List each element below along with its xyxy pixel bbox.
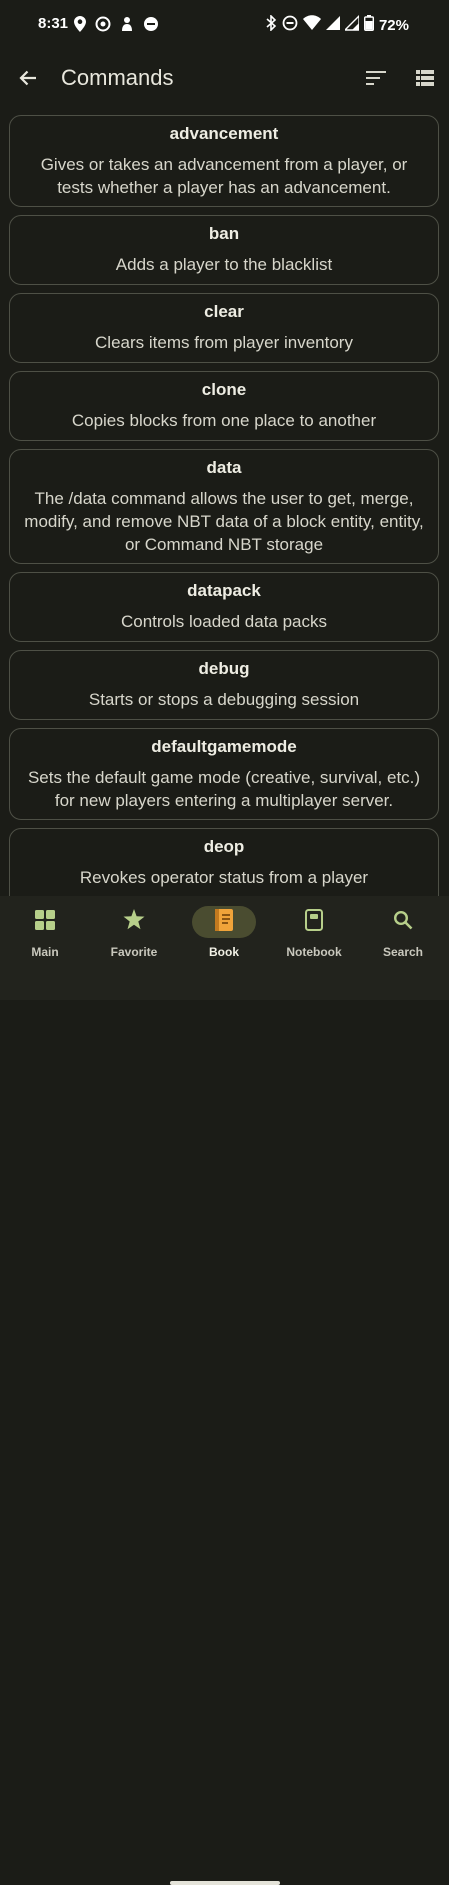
status-time: 8:31: [38, 15, 69, 32]
arrow-back-icon: [18, 68, 38, 93]
gesture-bar[interactable]: [170, 1881, 280, 1885]
command-name: datapack: [187, 581, 261, 600]
command-card-debug[interactable]: debug Starts or stops a debugging sessio…: [9, 650, 439, 720]
vpn-key-icon: [120, 16, 134, 37]
bottom-navigation: Main Favorite Book Notebook Search: [0, 896, 449, 1885]
command-description: Gives or takes an advancement from a pla…: [40, 155, 408, 197]
command-description: Starts or stops a debugging session: [88, 690, 360, 709]
nav-label: Book: [209, 945, 239, 959]
command-card-ban[interactable]: ban Adds a player to the blacklist: [9, 215, 439, 285]
do-not-disturb-icon: [143, 16, 159, 37]
command-description: Revokes operator status from a player: [79, 868, 369, 887]
list-view-icon: [416, 69, 434, 91]
command-list[interactable]: advancement Gives or takes an advancemen…: [0, 110, 449, 896]
command-card-clone[interactable]: clone Copies blocks from one place to an…: [9, 371, 439, 441]
command-description: Sets the default game mode (creative, su…: [27, 768, 421, 810]
sort-button[interactable]: [362, 66, 390, 94]
grid-icon: [35, 909, 55, 935]
do-not-disturb-icon: [282, 15, 298, 36]
command-card-datapack[interactable]: datapack Controls loaded data packs: [9, 572, 439, 642]
command-card-defaultgamemode[interactable]: defaultgamemode Sets the default game mo…: [9, 728, 439, 820]
command-description: Adds a player to the blacklist: [115, 255, 333, 274]
nav-label: Favorite: [110, 945, 158, 959]
sort-icon: [366, 70, 386, 90]
battery-percent: 72%: [378, 17, 409, 34]
command-name: deop: [203, 837, 245, 856]
nav-item-search[interactable]: Search: [358, 906, 448, 966]
command-name: clone: [201, 380, 247, 399]
command-card-clear[interactable]: clear Clears items from player inventory: [9, 293, 439, 363]
nav-label: Notebook: [286, 945, 342, 959]
nav-item-book[interactable]: Book: [179, 906, 269, 966]
status-left-icons: [74, 16, 159, 37]
command-name: defaultgamemode: [151, 737, 297, 756]
nav-item-main[interactable]: Main: [0, 906, 90, 966]
page-title: Commands: [61, 65, 174, 90]
search-icon: [393, 910, 413, 935]
battery-icon: [363, 15, 374, 36]
location-pin-icon: [74, 16, 86, 37]
nav-item-favorite[interactable]: Favorite: [89, 906, 179, 966]
notebook-icon: [305, 908, 323, 936]
bluetooth-icon: [265, 14, 277, 36]
wifi-icon: [302, 15, 321, 36]
app-bar: Commands: [0, 50, 449, 110]
nav-item-notebook[interactable]: Notebook: [269, 906, 359, 966]
status-right: 72%: [265, 14, 409, 36]
view-toggle-button[interactable]: [411, 66, 439, 94]
command-name: clear: [204, 302, 244, 321]
star-icon: [123, 909, 145, 935]
nav-label: Main: [31, 945, 59, 959]
signal-icon: [325, 15, 340, 36]
command-description: Controls loaded data packs: [120, 612, 328, 631]
command-description: Clears items from player inventory: [95, 333, 353, 352]
command-name: debug: [198, 659, 250, 678]
command-description: The /data command allows the user to get…: [24, 489, 424, 554]
command-name: ban: [208, 224, 240, 243]
command-description: Copies blocks from one place to another: [71, 411, 377, 430]
command-name: data: [206, 458, 242, 477]
back-button[interactable]: [14, 66, 42, 94]
command-name: advancement: [169, 124, 279, 143]
command-card-deop[interactable]: deop Revokes operator status from a play…: [9, 828, 439, 896]
command-card-advancement[interactable]: advancement Gives or takes an advancemen…: [9, 115, 439, 207]
status-bar: 8:31 72%: [0, 0, 449, 50]
book-icon: [215, 908, 233, 936]
nav-label: Search: [382, 945, 424, 959]
signal-icon: [343, 14, 360, 36]
target-icon: [95, 16, 111, 37]
command-card-data[interactable]: data The /data command allows the user t…: [9, 449, 439, 564]
